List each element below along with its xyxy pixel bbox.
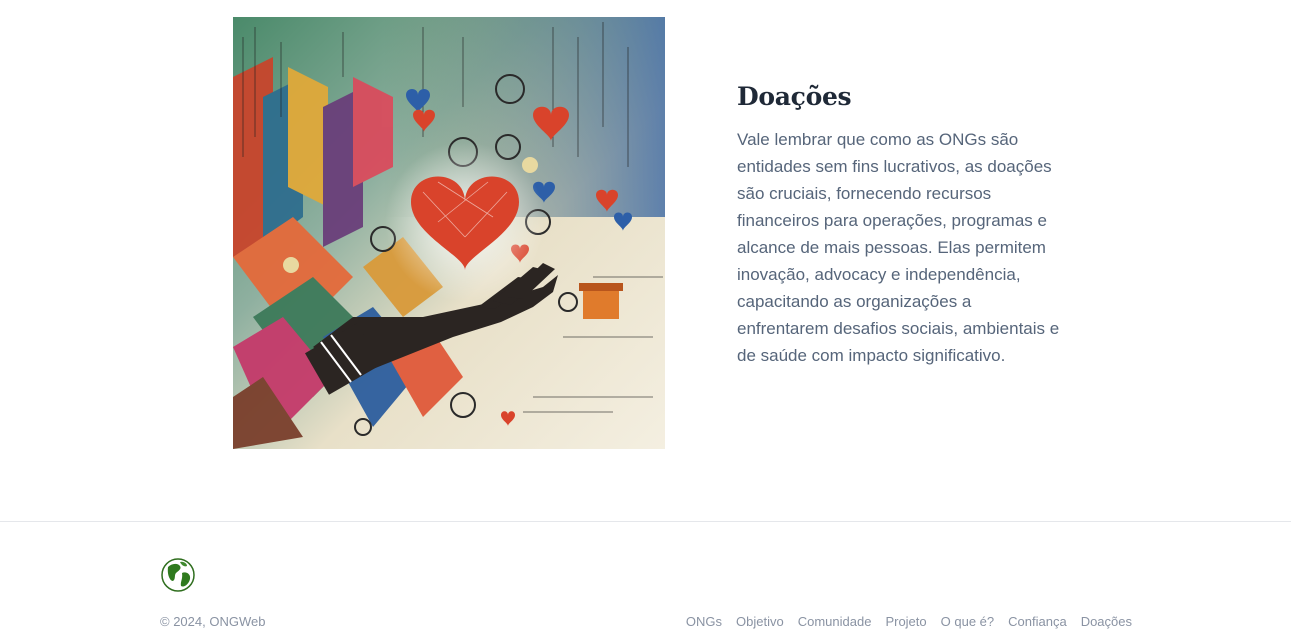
footer-link-ongs[interactable]: ONGs: [686, 614, 722, 630]
footer-link-projeto[interactable]: Projeto: [885, 614, 926, 630]
footer-link-doacoes[interactable]: Doações: [1081, 614, 1132, 630]
hand-holding-heart-illustration: [233, 17, 665, 449]
section-title: Doações: [737, 82, 852, 111]
footer-divider: [0, 521, 1291, 522]
copyright-text: © 2024, ONGWeb: [160, 614, 266, 629]
section-description: Vale lembrar que como as ONGs são entida…: [737, 130, 1060, 365]
globe-icon[interactable]: [160, 557, 196, 593]
footer-link-objetivo[interactable]: Objetivo: [736, 614, 784, 630]
footer-link-o-que-e[interactable]: O que é?: [941, 614, 995, 630]
footer-link-comunidade[interactable]: Comunidade: [798, 614, 872, 630]
donation-illustration: [233, 17, 665, 449]
footer-link-confianca[interactable]: Confiança: [1008, 614, 1067, 630]
donations-section: Doações Vale lembrar que como as ONGs sã…: [737, 80, 1067, 369]
footer-nav: ONGs Objetivo Comunidade Projeto O que é…: [686, 614, 1132, 630]
